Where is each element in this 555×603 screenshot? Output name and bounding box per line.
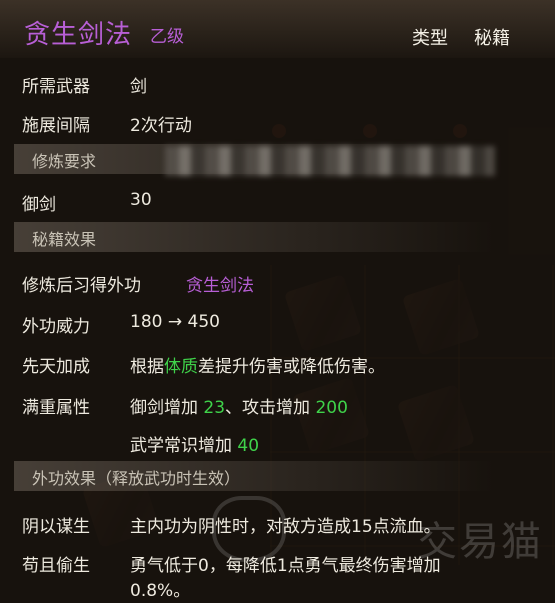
type-label: 类型: [412, 28, 448, 49]
skill-grade: 乙级: [150, 27, 184, 47]
innate-post: 差提升伤害或降低伤害。: [198, 357, 385, 377]
full-attr-attack: 、攻击增加: [225, 398, 311, 418]
full-attr-sword: 御剑增加: [130, 398, 198, 418]
innate-label: 先天加成: [22, 357, 90, 377]
sword-value: 30: [130, 190, 152, 210]
section-external-effect: 外功效果（释放武功时生效）: [14, 461, 494, 491]
blurred-content: [165, 146, 495, 176]
power-label: 外功威力: [22, 317, 90, 337]
power-value: 180 → 450: [130, 312, 220, 332]
gou-label: 苟且偷生: [22, 556, 90, 576]
gou-value-line2: 0.8%。: [130, 581, 191, 601]
full-attr-knowledge: 武学常识增加: [130, 436, 232, 456]
full-attr-knowledge-value: 40: [237, 436, 260, 456]
full-attr-attack-value: 200: [315, 398, 348, 418]
yin-value: 主内功为阴性时，对敌方造成15点流血。: [130, 517, 441, 537]
learn-label: 修炼后习得外功: [22, 276, 141, 296]
section-title: 秘籍效果: [32, 230, 97, 249]
skill-name: 贪生剑法: [24, 20, 133, 50]
learn-value: 贪生剑法: [186, 276, 254, 296]
interval-value: 2次行动: [130, 116, 192, 136]
weapon-value: 剑: [130, 77, 147, 97]
weapon-label: 所需武器: [22, 77, 90, 97]
interval-label: 施展间隔: [22, 116, 90, 136]
full-line-1: 御剑增加 23、攻击增加 200: [130, 393, 348, 418]
section-book-effect: 秘籍效果: [14, 222, 494, 252]
sword-label: 御剑: [22, 195, 56, 215]
section-title: 外功效果（释放武功时生效）: [32, 469, 241, 488]
skill-tooltip-panel: 贪生剑法 乙级 类型 秘籍 所需武器 剑 施展间隔 2次行动 修炼要求 御剑 3…: [0, 0, 555, 603]
innate-pre: 根据: [130, 357, 164, 377]
section-title: 修炼要求: [32, 152, 97, 171]
tooltip-header: 贪生剑法 乙级 类型 秘籍: [0, 0, 555, 58]
gou-value-line1: 勇气低于0，每降低1点勇气最终伤害增加: [130, 556, 441, 576]
full-label: 满重属性: [22, 398, 90, 418]
watermark-text: 交易猫: [417, 519, 543, 565]
full-attr-sword-value: 23: [203, 398, 226, 418]
yin-label: 阴以谋生: [22, 517, 90, 537]
type-value: 秘籍: [474, 28, 510, 49]
full-line-2: 武学常识增加 40: [130, 431, 259, 456]
innate-value: 根据体质差提升伤害或降低伤害。: [130, 352, 385, 377]
innate-highlight: 体质: [164, 357, 198, 377]
